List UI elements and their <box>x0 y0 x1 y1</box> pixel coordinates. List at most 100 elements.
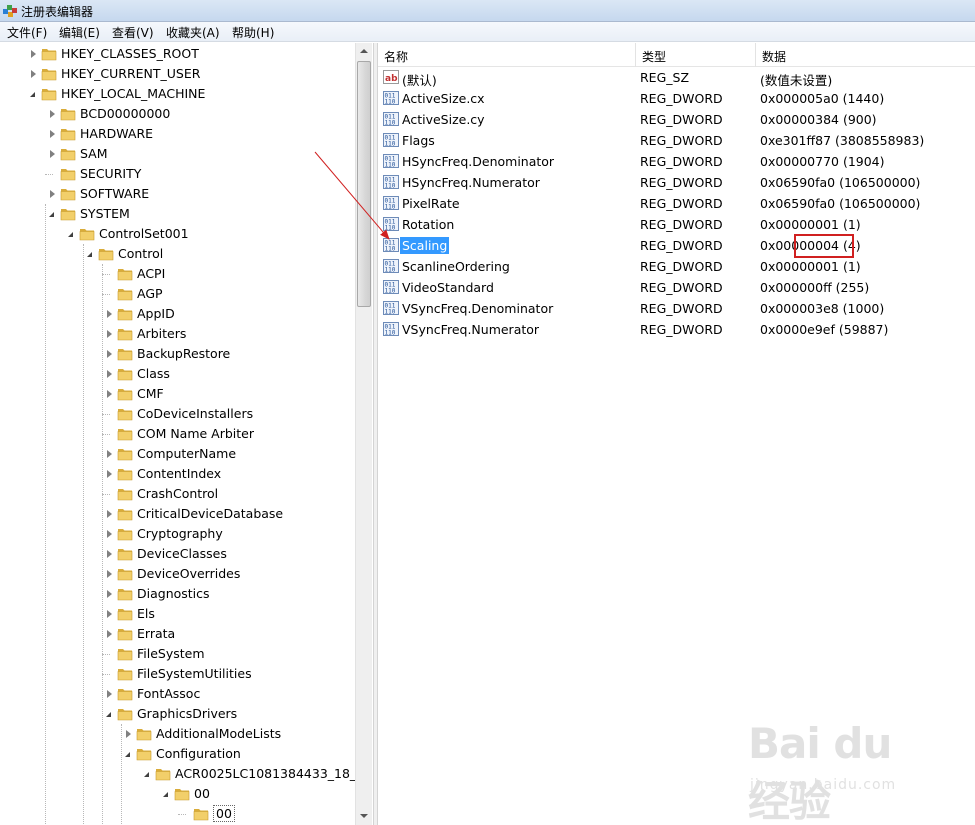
expand-triangle-closed-icon[interactable] <box>50 110 55 118</box>
expand-triangle-closed-icon[interactable] <box>107 550 112 558</box>
value-row[interactable]: 011 110 HSyncFreq.Numerator REG_DWORD 0x0659… <box>378 172 975 193</box>
expand-triangle-closed-icon[interactable] <box>107 510 112 518</box>
menu-file[interactable]: 文件(F) <box>6 24 48 41</box>
column-header-data[interactable]: 数据 <box>756 43 975 67</box>
tree-node[interactable]: AppID <box>0 304 355 324</box>
folder-icon <box>117 526 133 541</box>
tree-node[interactable]: AdditionalModeLists <box>0 724 355 744</box>
tree-node[interactable]: HKEY_CURRENT_USER <box>0 64 355 84</box>
tree-node[interactable]: SAM <box>0 144 355 164</box>
expand-triangle-closed-icon[interactable] <box>107 570 112 578</box>
tree-node[interactable]: FontAssoc <box>0 684 355 704</box>
expand-triangle-open-icon[interactable] <box>106 712 111 717</box>
expand-triangle-open-icon[interactable] <box>30 92 35 97</box>
expand-triangle-closed-icon[interactable] <box>107 690 112 698</box>
expand-triangle-open-icon[interactable] <box>125 752 130 757</box>
tree-node[interactable]: Diagnostics <box>0 584 355 604</box>
tree-node[interactable]: Errata <box>0 624 355 644</box>
tree-node[interactable]: DeviceClasses <box>0 544 355 564</box>
expand-triangle-closed-icon[interactable] <box>107 350 112 358</box>
expand-triangle-open-icon[interactable] <box>163 792 168 797</box>
expand-triangle-closed-icon[interactable] <box>107 310 112 318</box>
value-row[interactable]: 011 110 VSyncFreq.Denominator REG_DWORD 0x00… <box>378 298 975 319</box>
tree-node[interactable]: 00 <box>0 784 355 804</box>
value-row[interactable]: 011 110 Rotation REG_DWORD 0x00000001 (1) <box>378 214 975 235</box>
tree-node[interactable]: HARDWARE <box>0 124 355 144</box>
value-row[interactable]: 011 110 HSyncFreq.Denominator REG_DWORD 0x00… <box>378 151 975 172</box>
tree-node[interactable]: CrashControl <box>0 484 355 504</box>
value-row[interactable]: 011 110 VSyncFreq.Numerator REG_DWORD 0x0000… <box>378 319 975 340</box>
tree-node[interactable]: CMF <box>0 384 355 404</box>
scroll-down-button[interactable] <box>356 808 373 825</box>
value-row[interactable]: 011 110 VideoStandard REG_DWORD 0x000000ff (… <box>378 277 975 298</box>
tree-node[interactable]: HKEY_CLASSES_ROOT <box>0 44 355 64</box>
tree-node[interactable]: CriticalDeviceDatabase <box>0 504 355 524</box>
tree-node[interactable]: BCD00000000 <box>0 104 355 124</box>
column-header-type[interactable]: 类型 <box>636 43 756 67</box>
scroll-up-button[interactable] <box>356 43 373 60</box>
tree-node[interactable]: ControlSet001 <box>0 224 355 244</box>
value-row[interactable]: 011 110 ScanlineOrdering REG_DWORD 0x0000000… <box>378 256 975 277</box>
expand-triangle-open-icon[interactable] <box>68 232 73 237</box>
expand-triangle-open-icon[interactable] <box>144 772 149 777</box>
tree-node[interactable]: Arbiters <box>0 324 355 344</box>
tree-node[interactable]: ACR0025LC1081384433_18_07I <box>0 764 373 784</box>
tree-node[interactable]: SYSTEM <box>0 204 355 224</box>
tree-node[interactable]: 00 <box>0 804 355 824</box>
tree-node[interactable]: FileSystemUtilities <box>0 664 355 684</box>
value-row[interactable]: 011 110 ActiveSize.cy REG_DWORD 0x00000384 (… <box>378 109 975 130</box>
expand-triangle-closed-icon[interactable] <box>107 590 112 598</box>
menu-favorites[interactable]: 收藏夹(A) <box>165 24 221 41</box>
folder-icon <box>117 686 133 701</box>
expand-triangle-closed-icon[interactable] <box>50 150 55 158</box>
value-type: REG_DWORD <box>640 280 723 295</box>
tree-node[interactable]: SECURITY <box>0 164 355 184</box>
value-list[interactable]: 名称 类型 数据 ab (默认) REG_SZ (数值未设置) 011 110 Active… <box>378 43 975 825</box>
tree-node[interactable]: CoDeviceInstallers <box>0 404 355 424</box>
expand-triangle-closed-icon[interactable] <box>126 730 131 738</box>
tree-node[interactable]: AGP <box>0 284 355 304</box>
tree-node[interactable]: HKEY_LOCAL_MACHINE <box>0 84 355 104</box>
column-header-name[interactable]: 名称 <box>378 43 636 67</box>
expand-triangle-closed-icon[interactable] <box>31 70 36 78</box>
value-row[interactable]: 011 110 ActiveSize.cx REG_DWORD 0x000005a0 (… <box>378 88 975 109</box>
tree-node[interactable]: SOFTWARE <box>0 184 355 204</box>
title-bar[interactable]: 注册表编辑器 <box>0 0 975 22</box>
tree-node[interactable]: ACPI <box>0 264 355 284</box>
expand-triangle-closed-icon[interactable] <box>107 450 112 458</box>
menu-help[interactable]: 帮助(H) <box>231 24 275 41</box>
expand-triangle-closed-icon[interactable] <box>50 130 55 138</box>
tree-node[interactable]: Els <box>0 604 355 624</box>
expand-triangle-closed-icon[interactable] <box>50 190 55 198</box>
tree-node[interactable]: FileSystem <box>0 644 355 664</box>
key-tree[interactable]: HKEY_CLASSES_ROOT HKEY_CURRENT_USER HKEY_L… <box>0 43 373 825</box>
tree-node[interactable]: GraphicsDrivers <box>0 704 355 724</box>
tree-node[interactable]: Control <box>0 244 355 264</box>
value-row[interactable]: ab (默认) REG_SZ (数值未设置) <box>378 67 975 88</box>
expand-triangle-closed-icon[interactable] <box>107 610 112 618</box>
tree-node[interactable]: ComputerName <box>0 444 355 464</box>
tree-node[interactable]: Class <box>0 364 355 384</box>
value-row[interactable]: 011 110 PixelRate REG_DWORD 0x06590fa0 (1065… <box>378 193 975 214</box>
menu-view[interactable]: 查看(V) <box>111 24 155 41</box>
value-row[interactable]: 011 110 Flags REG_DWORD 0xe301ff87 (38085589… <box>378 130 975 151</box>
expand-triangle-closed-icon[interactable] <box>107 390 112 398</box>
expand-triangle-closed-icon[interactable] <box>107 530 112 538</box>
tree-vertical-scrollbar[interactable] <box>355 43 372 825</box>
tree-node[interactable]: DeviceOverrides <box>0 564 355 584</box>
expand-triangle-closed-icon[interactable] <box>107 330 112 338</box>
value-row[interactable]: 011 110 Scaling REG_DWORD 0x00000004 (4) <box>378 235 975 256</box>
expand-triangle-open-icon[interactable] <box>87 252 92 257</box>
tree-node[interactable]: Cryptography <box>0 524 355 544</box>
tree-node[interactable]: BackupRestore <box>0 344 355 364</box>
expand-triangle-open-icon[interactable] <box>49 212 54 217</box>
expand-triangle-closed-icon[interactable] <box>107 370 112 378</box>
expand-triangle-closed-icon[interactable] <box>107 470 112 478</box>
expand-triangle-closed-icon[interactable] <box>31 50 36 58</box>
scroll-thumb[interactable] <box>357 61 371 307</box>
expand-triangle-closed-icon[interactable] <box>107 630 112 638</box>
tree-node[interactable]: COM Name Arbiter <box>0 424 355 444</box>
tree-node[interactable]: ContentIndex <box>0 464 355 484</box>
tree-node[interactable]: Configuration <box>0 744 355 764</box>
menu-edit[interactable]: 编辑(E) <box>58 24 101 41</box>
